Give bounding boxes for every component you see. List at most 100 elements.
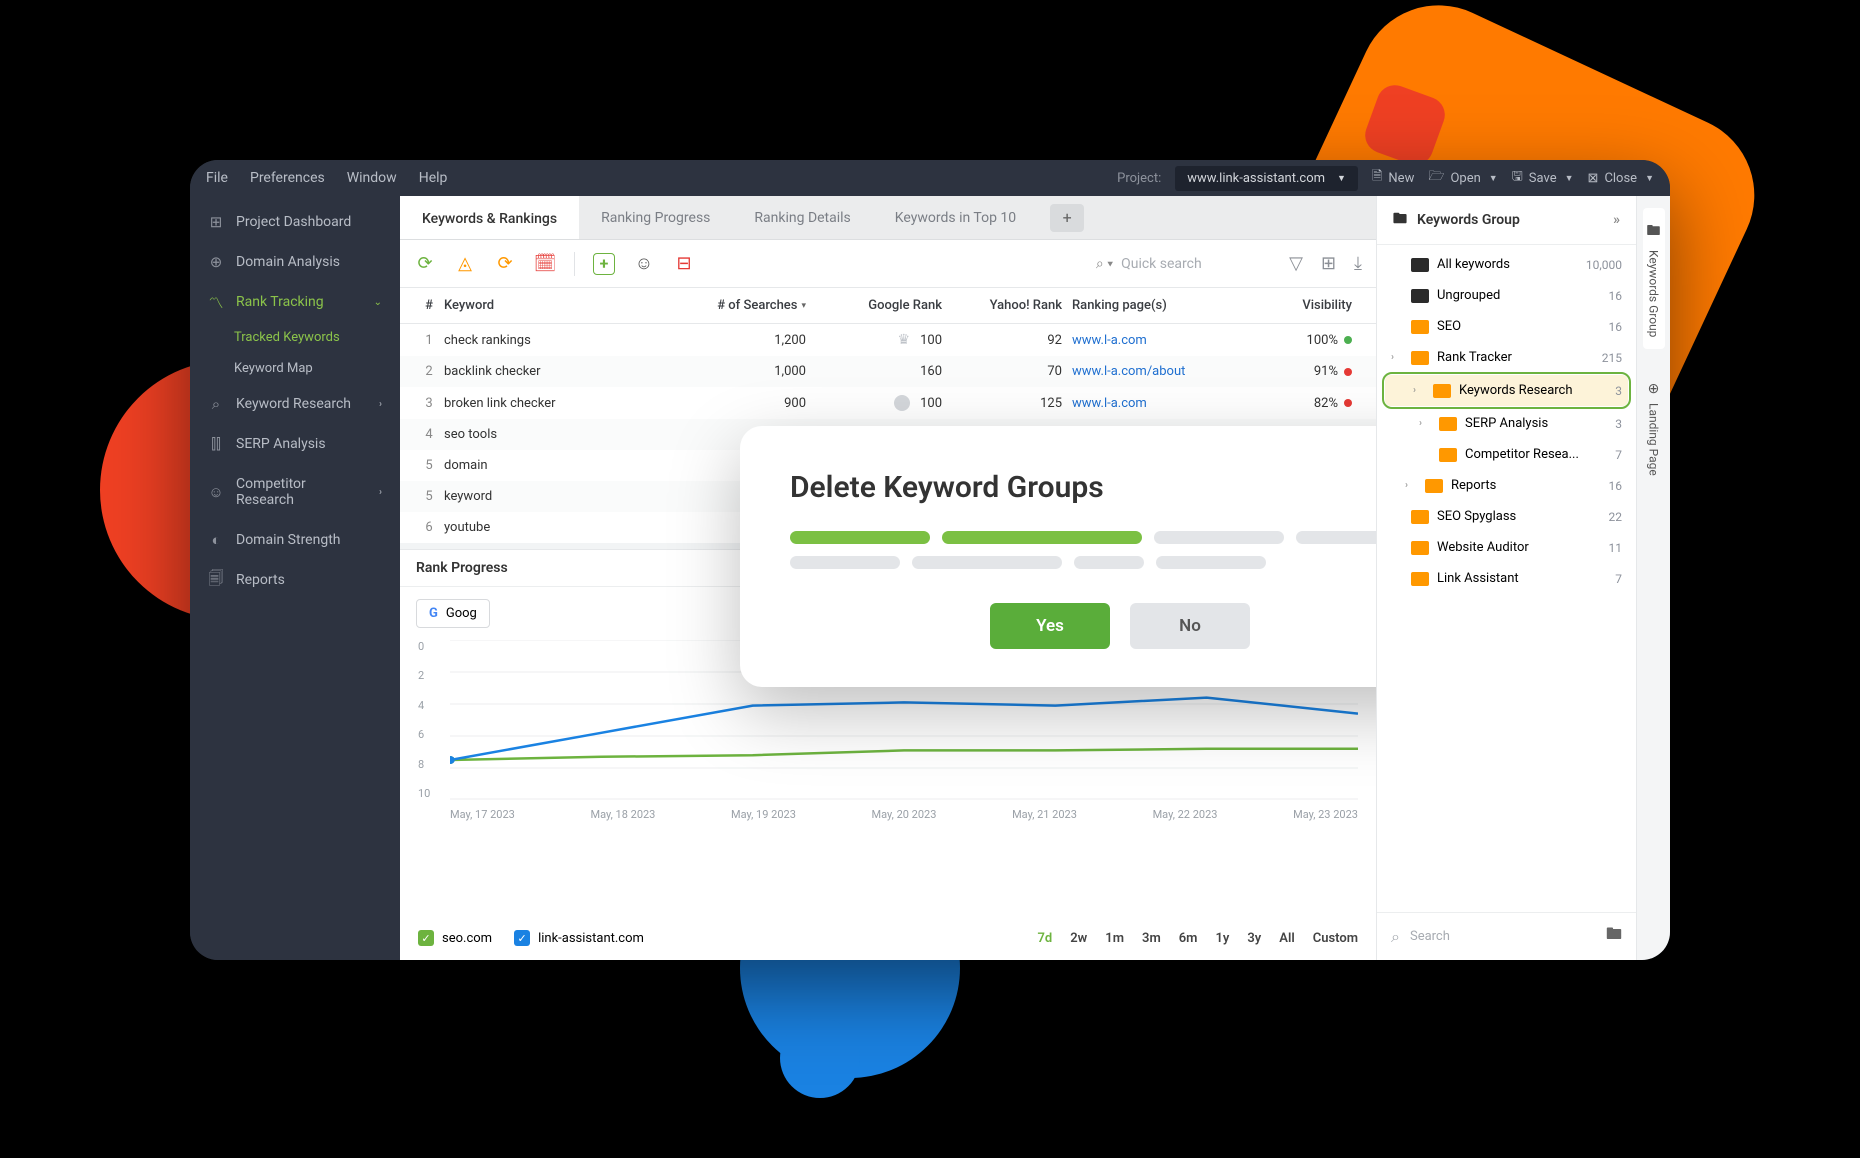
sidebar-item-domain-analysis[interactable]: ⊕ Domain Analysis: [190, 242, 400, 282]
td-number: 2: [414, 364, 444, 379]
table-row[interactable]: 3broken link checker900100125www.l-a.com…: [400, 387, 1376, 419]
document-icon: 🗐: [208, 572, 224, 588]
folder-count: 16: [1609, 289, 1623, 303]
search-dropdown[interactable]: ⌕ ▾: [1096, 256, 1113, 272]
vtab-keywords-group[interactable]: 🖿 Keywords Group: [1643, 208, 1665, 349]
th-ranking-pages[interactable]: Ranking page(s): [1072, 298, 1252, 313]
vtab-label: Keywords Group: [1647, 250, 1661, 337]
close-button[interactable]: ⊠ Close ▼: [1588, 171, 1654, 186]
folder-item[interactable]: Ungrouped16: [1377, 280, 1636, 311]
td-ranking-page[interactable]: www.l-a.com/about: [1072, 364, 1252, 379]
group-icon[interactable]: ☺: [633, 253, 655, 275]
folder-item[interactable]: ›SERP Analysis3: [1377, 408, 1636, 439]
timerange-3y[interactable]: 3y: [1247, 931, 1261, 946]
tab-keywords-rankings[interactable]: Keywords & Rankings: [400, 196, 579, 239]
sidebar-item-competitor-research[interactable]: ☺ Competitor Research ›: [190, 464, 400, 520]
folder-icon: [1425, 479, 1443, 493]
refresh-icon[interactable]: ⟳: [414, 253, 436, 275]
project-dropdown[interactable]: www.link-assistant.com ▼: [1175, 166, 1358, 191]
legend-item-seo[interactable]: ✓ seo.com: [418, 930, 492, 946]
save-button[interactable]: 🖫 Save ▼: [1512, 167, 1574, 189]
legend-item-link-assistant[interactable]: ✓ link-assistant.com: [514, 930, 644, 946]
open-button[interactable]: 🗁 Open ▼: [1428, 167, 1497, 189]
timerange-7d[interactable]: 7d: [1038, 931, 1053, 946]
table-row[interactable]: 1check rankings1,200♛10092www.l-a.com100…: [400, 324, 1376, 356]
folder-item[interactable]: Competitor Resea...7: [1377, 439, 1636, 470]
checkbox-icon: ✓: [514, 930, 530, 946]
th-google-rank[interactable]: Google Rank: [822, 298, 952, 313]
th-searches[interactable]: # of Searches▾: [692, 298, 822, 313]
folder-icon: [1411, 572, 1429, 586]
collapse-icon[interactable]: »: [1613, 212, 1620, 228]
remove-icon[interactable]: ⊟: [673, 253, 695, 275]
timerange-3m[interactable]: 3m: [1142, 931, 1161, 946]
sidebar-item-domain-strength[interactable]: ◐ Domain Strength: [190, 520, 400, 560]
menu-window[interactable]: Window: [347, 170, 397, 186]
folder-item[interactable]: ›Keywords Research3: [1385, 375, 1628, 406]
table-header: # Keyword # of Searches▾ Google Rank Yah…: [400, 288, 1376, 324]
x-tick-label: May, 20 2023: [872, 808, 937, 821]
vtab-landing-page[interactable]: ⊕ Landing Page: [1643, 369, 1665, 488]
th-keyword[interactable]: Keyword: [444, 298, 692, 313]
folder-item[interactable]: ›Rank Tracker215: [1377, 342, 1636, 373]
th-yahoo-rank[interactable]: Yahoo! Rank: [952, 298, 1072, 313]
th-number[interactable]: #: [414, 298, 444, 313]
filter-icon[interactable]: ▽: [1289, 253, 1303, 274]
tab-keywords-top10[interactable]: Keywords in Top 10: [873, 196, 1038, 239]
menu-file[interactable]: File: [206, 170, 228, 186]
sidebar-sub-keyword-map[interactable]: Keyword Map: [190, 353, 400, 384]
tab-ranking-details[interactable]: Ranking Details: [732, 196, 872, 239]
folder-label: SEO Spyglass: [1437, 509, 1516, 524]
grid-icon[interactable]: ⊞: [1321, 253, 1336, 274]
sidebar-item-project-dashboard[interactable]: ⊞ Project Dashboard: [190, 202, 400, 242]
timerange-6m[interactable]: 6m: [1179, 931, 1198, 946]
tab-add-button[interactable]: +: [1050, 204, 1084, 232]
search-engine-select[interactable]: G Goog: [416, 599, 490, 628]
folder-open-icon: 🗁: [1428, 167, 1444, 189]
sidebar-item-serp-analysis[interactable]: ⫿⫿ SERP Analysis: [190, 424, 400, 464]
folder-item[interactable]: SEO Spyglass22: [1377, 501, 1636, 532]
td-searches: 1,000: [692, 364, 822, 379]
toolbar: ⟳ ◬ ⟳ 🗓 + ☺ ⊟ ⌕ ▾ ▽ ⊞ ⤓: [400, 240, 1376, 288]
folder-count: 7: [1615, 572, 1622, 586]
calendar-icon[interactable]: 🗓: [534, 253, 556, 275]
panel-search-input[interactable]: [1410, 929, 1596, 944]
sidebar-item-reports[interactable]: 🗐 Reports: [190, 560, 400, 600]
tag-refresh-icon[interactable]: ⟳: [494, 253, 516, 275]
timerange-1y[interactable]: 1y: [1215, 931, 1229, 946]
td-visibility: 100%: [1252, 333, 1362, 348]
tab-ranking-progress[interactable]: Ranking Progress: [579, 196, 732, 239]
analytics-icon[interactable]: ◬: [454, 253, 476, 275]
delete-keyword-groups-modal: Delete Keyword Groups Yes No: [740, 426, 1376, 687]
folder-count: 3: [1615, 384, 1622, 398]
folder-item[interactable]: SEO16: [1377, 311, 1636, 342]
td-number: 1: [414, 333, 444, 348]
td-yahoo-rank: 125: [952, 396, 1072, 411]
folder-item[interactable]: Link Assistant7: [1377, 563, 1636, 594]
table-row[interactable]: 2backlink checker1,00016070www.l-a.com/a…: [400, 356, 1376, 387]
sidebar-item-rank-tracking[interactable]: 〽 Rank Tracking ⌄: [190, 282, 400, 322]
export-icon[interactable]: ⤓: [1354, 253, 1362, 274]
timerange-1m[interactable]: 1m: [1105, 931, 1124, 946]
folder-item[interactable]: ›Reports16: [1377, 470, 1636, 501]
new-button[interactable]: 🗎 New: [1372, 167, 1414, 189]
td-ranking-page[interactable]: www.l-a.com: [1072, 333, 1252, 348]
folder-item[interactable]: Website Auditor11: [1377, 532, 1636, 563]
folder-add-icon[interactable]: 🖿: [1606, 923, 1622, 950]
no-button[interactable]: No: [1130, 603, 1250, 649]
add-button[interactable]: +: [593, 253, 615, 275]
folder-item[interactable]: All keywords10,000: [1377, 249, 1636, 280]
timerange-All[interactable]: All: [1279, 931, 1294, 946]
search-input[interactable]: [1121, 256, 1271, 272]
yes-button[interactable]: Yes: [990, 603, 1110, 649]
sidebar-sub-tracked-keywords[interactable]: Tracked Keywords: [190, 322, 400, 353]
timerange-Custom[interactable]: Custom: [1313, 931, 1358, 946]
th-visibility[interactable]: Visibility: [1252, 298, 1362, 313]
menu-help[interactable]: Help: [419, 170, 448, 186]
timerange-2w[interactable]: 2w: [1070, 931, 1087, 946]
sidebar-item-keyword-research[interactable]: ⌕ Keyword Research ›: [190, 384, 400, 424]
project-value: www.link-assistant.com: [1187, 171, 1325, 186]
td-ranking-page[interactable]: www.l-a.com: [1072, 396, 1252, 411]
menu-preferences[interactable]: Preferences: [250, 170, 325, 186]
chart-legend: ✓ seo.com ✓ link-assistant.com: [418, 930, 644, 946]
